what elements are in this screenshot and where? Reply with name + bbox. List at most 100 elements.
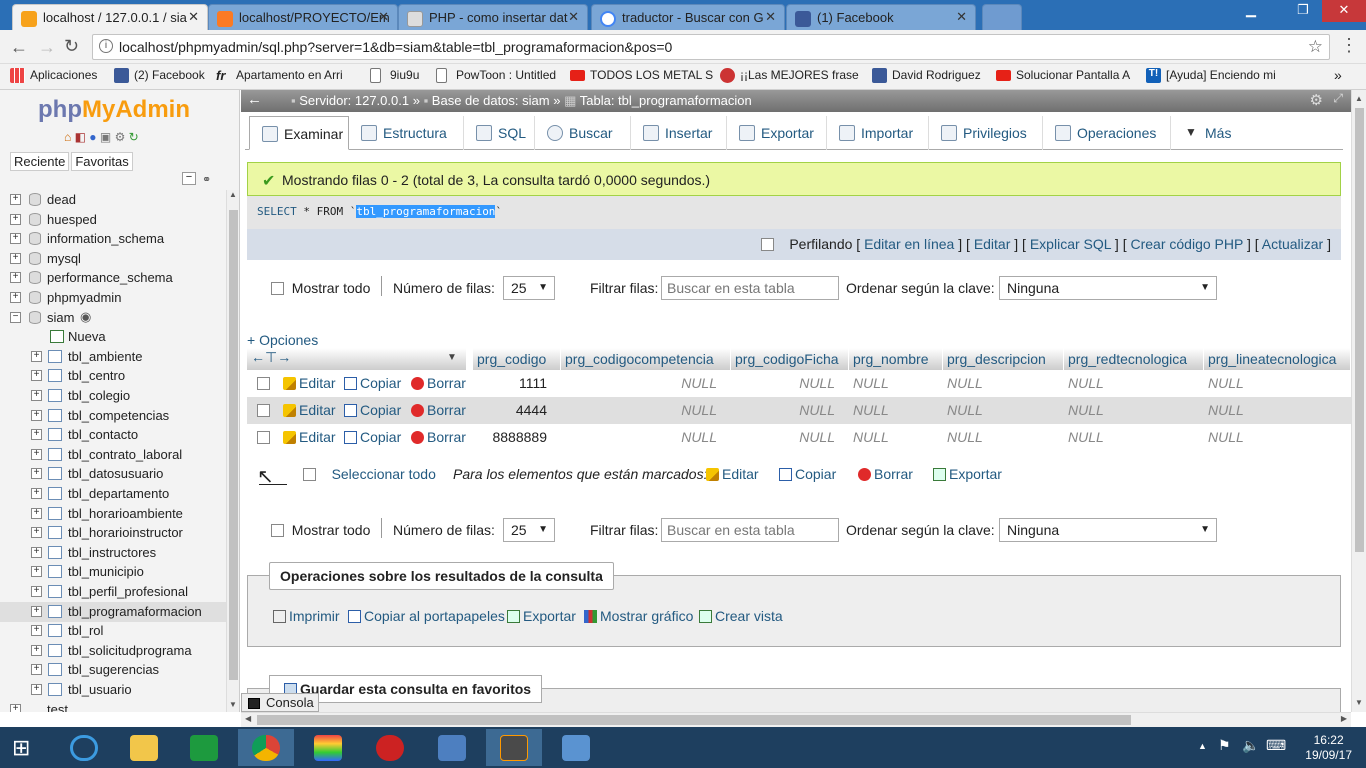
column-header-prg_redtecnologica[interactable]: prg_redtecnologica (1064, 348, 1204, 370)
row-copy-button[interactable]: Copiar (344, 402, 401, 418)
logout-icon[interactable]: ◧ (75, 130, 86, 144)
table-label[interactable]: tbl_solicitudprograma (68, 643, 192, 658)
close-icon[interactable]: ✕ (568, 9, 579, 25)
expand-icon[interactable]: + (31, 664, 42, 676)
nav-table-tbl_centro[interactable]: + tbl_centro (0, 366, 226, 386)
row-edit-button[interactable]: Editar (283, 375, 336, 391)
expand-icon[interactable]: + (31, 390, 42, 401)
nav-scrollbar[interactable]: ▲ ▼ (226, 190, 239, 712)
database-label[interactable]: phpmyadmin (47, 290, 121, 305)
link-icon[interactable]: ⚭ (202, 173, 211, 186)
scroll-up-icon[interactable]: ▲ (1355, 94, 1363, 103)
table-label[interactable]: tbl_programaformacion (68, 604, 202, 619)
help-icon[interactable]: ● (89, 130, 96, 144)
expand-icon[interactable]: + (31, 684, 42, 695)
cell-prg_codigo[interactable]: 1111 (519, 375, 547, 391)
table-icon[interactable] (48, 487, 62, 500)
cell-prg_redtecnologica[interactable]: NULL (1068, 375, 1104, 391)
tab-estructura[interactable]: Estructura (349, 116, 464, 150)
expand-icon[interactable]: + (31, 468, 42, 480)
nav-table-tbl_horarioambiente[interactable]: + tbl_horarioambiente (0, 504, 226, 524)
table-icon[interactable] (48, 624, 62, 638)
database-label[interactable]: test (47, 702, 68, 712)
tab-importar[interactable]: Importar (827, 116, 929, 150)
forward-icon[interactable]: → (38, 37, 56, 58)
docs-icon[interactable]: ▣ (100, 130, 111, 144)
show-all-control-bottom[interactable]: Mostrar todo (271, 522, 370, 538)
row-edit-button[interactable]: Editar (283, 402, 336, 418)
column-arrows-icon[interactable]: ←⊤→ (251, 349, 291, 366)
database-label[interactable]: information_schema (47, 231, 164, 246)
edit-link[interactable]: Editar (974, 236, 1011, 252)
sort-select-bottom[interactable]: Ninguna ▼ (999, 518, 1217, 542)
table-icon[interactable] (48, 604, 62, 618)
system-clock[interactable]: 16:22 19/09/17 (1305, 733, 1352, 763)
taskbar-app[interactable] (362, 729, 418, 766)
close-icon[interactable]: ✕ (188, 9, 199, 25)
info-icon[interactable]: i (99, 39, 113, 53)
table-icon[interactable] (48, 683, 62, 696)
options-link[interactable]: + Opciones (247, 332, 318, 348)
nav-table-tbl_datosusuario[interactable]: + tbl_datosusuario (0, 464, 226, 484)
rows-select[interactable]: 25 ▼ (503, 276, 555, 300)
expand-icon[interactable]: + (31, 527, 42, 539)
show-chart-button[interactable]: Mostrar gráfico (584, 608, 693, 624)
cell-prg_lineatecnologica[interactable]: NULL (1208, 402, 1244, 418)
nav-table-tbl_horarioinstructor[interactable]: + tbl_horarioinstructor (0, 523, 226, 543)
breadcrumb-database[interactable]: Base de datos: siam (432, 93, 550, 108)
more-bookmarks-button[interactable]: » (1334, 67, 1342, 83)
table-icon[interactable] (48, 565, 62, 579)
row-checkbox[interactable] (257, 431, 270, 444)
tab-examinar[interactable]: Examinar (249, 116, 349, 150)
reload-icon[interactable]: ↻ (64, 36, 79, 57)
table-label[interactable]: tbl_contacto (68, 427, 138, 442)
cell-prg_codigoFicha[interactable]: NULL (799, 429, 835, 445)
cell-prg_redtecnologica[interactable]: NULL (1068, 429, 1104, 445)
create-php-link[interactable]: Crear código PHP (1130, 236, 1243, 252)
row-delete-button[interactable]: Borrar (411, 402, 466, 418)
table-label[interactable]: tbl_rol (68, 623, 103, 638)
expand-icon[interactable]: + (31, 586, 42, 597)
cell-prg_lineatecnologica[interactable]: NULL (1208, 429, 1244, 445)
cell-prg_nombre[interactable]: NULL (853, 429, 889, 445)
new-table-label[interactable]: Nueva (68, 329, 106, 344)
expand-icon[interactable]: + (10, 252, 21, 264)
menu-icon[interactable]: ⋮ (1340, 35, 1358, 56)
edit-inline-link[interactable]: Editar en línea (864, 236, 954, 252)
browser-tab-phpmyadmin[interactable]: localhost / 127.0.0.1 / sia ✕ (12, 4, 208, 30)
console-button[interactable]: Consola (241, 693, 319, 712)
table-icon[interactable] (48, 643, 62, 657)
star-icon[interactable]: ☆ (1308, 37, 1323, 57)
table-icon[interactable] (48, 389, 62, 402)
tab-insertar[interactable]: Insertar (631, 116, 727, 150)
close-icon[interactable]: ✕ (378, 9, 389, 25)
expand-icon[interactable]: + (10, 703, 21, 712)
scroll-left-icon[interactable]: ◀ (245, 714, 251, 723)
nav-table-tbl_solicitudprograma[interactable]: + tbl_solicitudprograma (0, 641, 226, 661)
nav-db-huesped[interactable]: + huesped (0, 210, 226, 230)
expand-icon[interactable]: + (31, 409, 42, 421)
taskbar-chrome[interactable] (238, 729, 294, 766)
table-label[interactable]: tbl_contrato_laboral (68, 447, 182, 462)
sql-query[interactable]: SELECT * FROM `tbl_programaformacion` (247, 196, 1341, 229)
filter-input-bottom[interactable]: Buscar en esta tabla (661, 518, 839, 542)
nav-table-tbl_contacto[interactable]: + tbl_contacto (0, 425, 226, 445)
table-icon[interactable] (48, 585, 62, 598)
row-delete-button[interactable]: Borrar (411, 375, 466, 391)
browser-tab-proyecto[interactable]: localhost/PROYECTO/Em ✕ (208, 4, 398, 30)
breadcrumb-server[interactable]: Servidor: 127.0.0.1 (299, 93, 409, 108)
collapse-icon[interactable]: − (10, 311, 21, 323)
settings-icon[interactable]: ⚙ (115, 130, 126, 144)
expand-icon[interactable]: + (31, 625, 42, 637)
taskbar-sublime[interactable] (486, 729, 542, 766)
row-checkbox[interactable] (257, 404, 270, 417)
bulk-export-button[interactable]: Exportar (933, 466, 1002, 482)
nav-db-siam[interactable]: − siam ◉ (0, 308, 226, 328)
phpmyadmin-logo[interactable]: phpMyAdmin (38, 96, 190, 124)
nav-scroll-thumb[interactable] (229, 210, 238, 680)
settings-icon[interactable]: ⚙ (1310, 91, 1323, 109)
tab-favorites[interactable]: Favoritas (71, 152, 133, 171)
table-label[interactable]: tbl_colegio (68, 388, 130, 403)
taskbar-photos[interactable] (548, 729, 604, 766)
scroll-right-icon[interactable]: ▶ (1341, 714, 1347, 723)
